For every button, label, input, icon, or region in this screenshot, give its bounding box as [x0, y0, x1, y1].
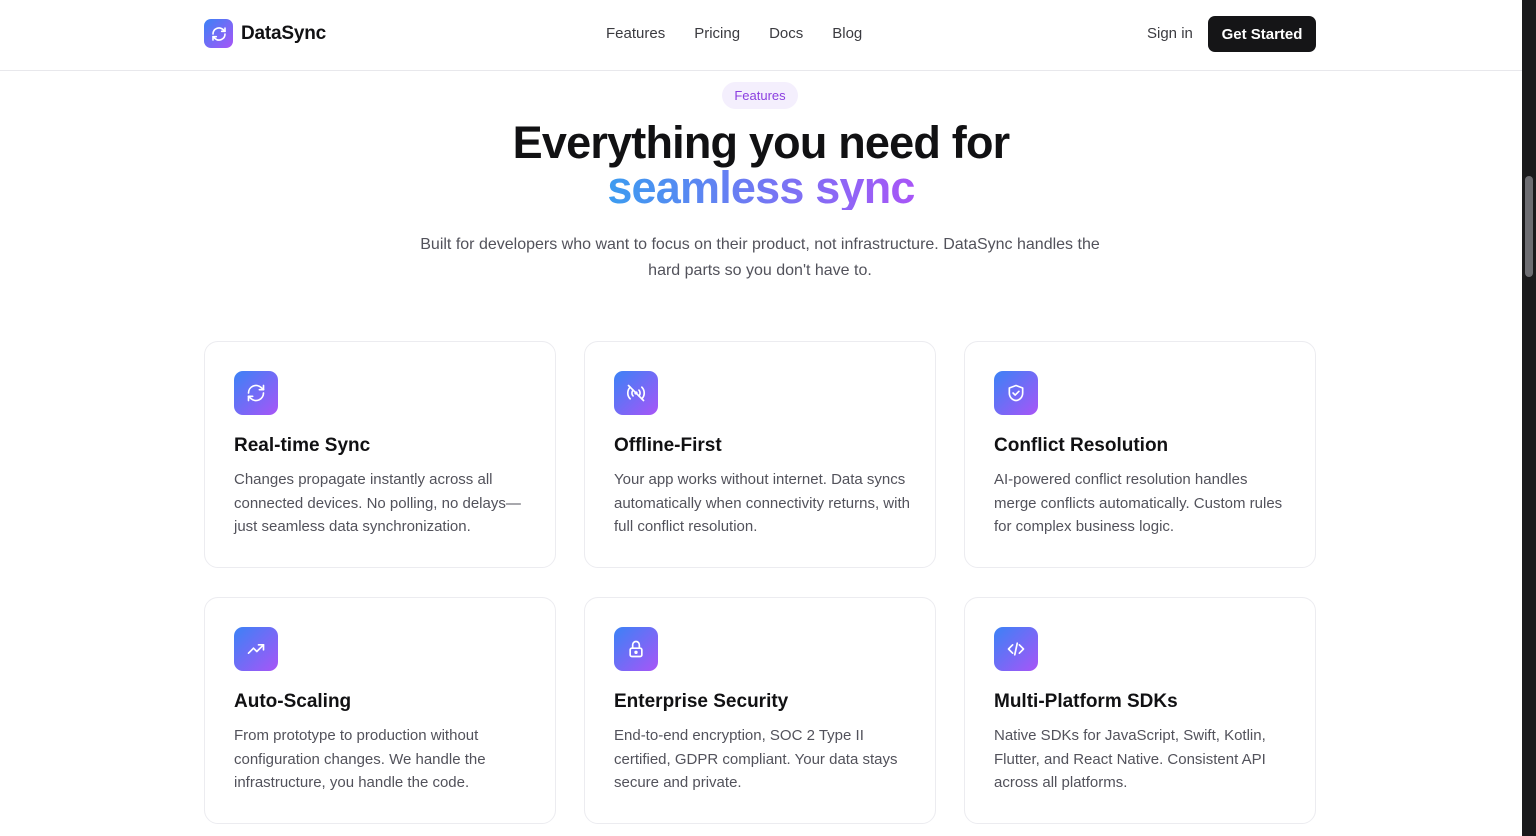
feature-card-auto-scaling: Auto-Scaling From prototype to productio…: [204, 597, 556, 824]
wifi-off-icon: [614, 371, 658, 415]
feature-card-multi-platform-sdks: Multi-Platform SDKs Native SDKs for Java…: [964, 597, 1316, 824]
lock-icon: [614, 627, 658, 671]
code-icon: [994, 627, 1038, 671]
brand-name: DataSync: [241, 22, 326, 44]
headline-line-2: seamless sync: [607, 162, 915, 213]
feature-description: From prototype to production without con…: [234, 727, 486, 791]
feature-description: Your app works without internet. Data sy…: [614, 471, 910, 535]
feature-description: End-to-end encryption, SOC 2 Type II cer…: [614, 727, 898, 791]
nav-item-features[interactable]: Features: [606, 24, 665, 44]
trending-up-icon: [234, 627, 278, 671]
feature-card-conflict-resolution: Conflict Resolution AI-powered conflict …: [964, 341, 1316, 568]
nav-item-blog[interactable]: Blog: [832, 24, 862, 44]
feature-card-realtime-sync: Real-time Sync Changes propagate instant…: [204, 341, 556, 568]
brand-link[interactable]: DataSync: [204, 19, 326, 48]
refresh-icon: [204, 19, 233, 48]
scrollbar-thumb[interactable]: [1525, 176, 1533, 277]
get-started-button[interactable]: Get Started: [1208, 16, 1316, 52]
page-title: Everything you need for seamless sync: [0, 120, 1522, 210]
main-nav: Features Pricing Docs Blog: [606, 24, 862, 44]
section-badge: Features: [722, 82, 798, 109]
feature-title: Auto-Scaling: [234, 691, 352, 712]
feature-title: Offline-First: [614, 435, 722, 456]
feature-title: Multi-Platform SDKs: [994, 691, 1178, 712]
feature-description: Changes propagate instantly across all c…: [234, 471, 521, 535]
feature-description: AI-powered conflict resolution handles m…: [994, 471, 1283, 535]
feature-title: Conflict Resolution: [994, 435, 1169, 456]
page-scrollbar[interactable]: [1522, 0, 1536, 836]
feature-description: Native SDKs for JavaScript, Swift, Kotli…: [994, 727, 1266, 791]
headline-line-1: Everything you need for: [512, 117, 1010, 168]
refresh-icon: [234, 371, 278, 415]
feature-card-offline-first: Offline-First Your app works without int…: [584, 341, 936, 568]
shield-check-icon: [994, 371, 1038, 415]
feature-title: Real-time Sync: [234, 435, 371, 456]
nav-item-pricing[interactable]: Pricing: [694, 24, 740, 44]
site-header: DataSync Features Pricing Docs Blog Sign…: [0, 0, 1522, 71]
hero-subtitle: Built for developers who want to focus o…: [420, 236, 1100, 279]
sign-in-link[interactable]: Sign in: [1147, 24, 1193, 44]
feature-card-enterprise-security: Enterprise Security End-to-end encryptio…: [584, 597, 936, 824]
feature-title: Enterprise Security: [614, 691, 789, 712]
nav-item-docs[interactable]: Docs: [769, 24, 803, 44]
